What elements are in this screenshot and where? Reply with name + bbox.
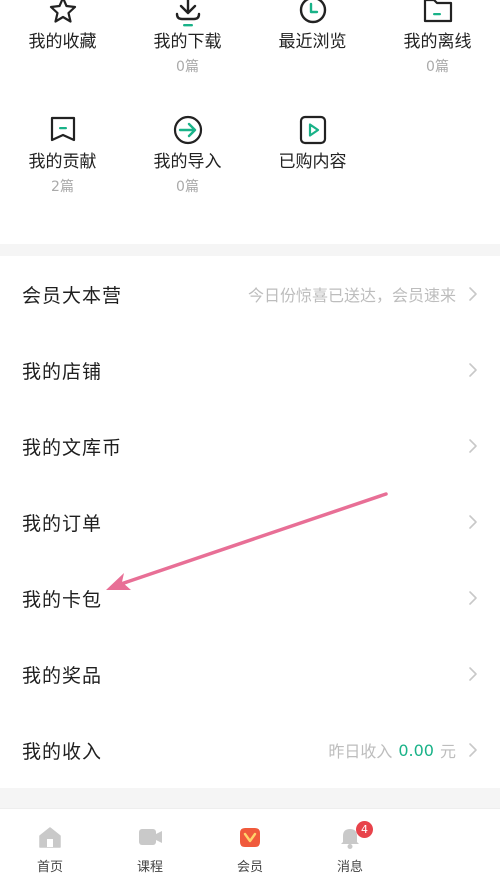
chevron-right-icon bbox=[469, 287, 477, 301]
income-summary: 昨日收入 0.00 元 bbox=[328, 738, 478, 762]
menu-item-label: 我的文库币 bbox=[22, 436, 123, 459]
unread-badge: 4 bbox=[356, 821, 373, 838]
income-value: 0.00 bbox=[398, 740, 434, 760]
tab-vip[interactable]: 会员 bbox=[200, 823, 300, 875]
menu-item-label: 我的收入 bbox=[22, 740, 103, 763]
video-icon bbox=[139, 829, 162, 845]
grid-item-imports[interactable]: 我的导入 0篇 bbox=[125, 112, 250, 197]
grid-item-label: 我的离线 bbox=[403, 32, 472, 52]
grid-item-label: 已购内容 bbox=[278, 152, 347, 172]
grid-item-count: 0篇 bbox=[176, 59, 199, 75]
menu-item-label: 会员大本营 bbox=[22, 284, 123, 307]
grid-item-favorites[interactable]: 我的收藏 bbox=[0, 0, 125, 53]
income-unit: 元 bbox=[439, 742, 456, 761]
chevron-right-icon bbox=[469, 363, 477, 377]
income-prefix: 昨日收入 bbox=[328, 742, 393, 761]
menu-item-vip-camp[interactable]: 会员大本营 今日份惊喜已送达，会员速来 bbox=[0, 256, 500, 332]
tab-label: 课程 bbox=[136, 860, 163, 875]
vip-camp-hint: 今日份惊喜已送达，会员速来 bbox=[247, 286, 456, 305]
menu-item-income[interactable]: 我的收入 昨日收入 0.00 元 bbox=[0, 712, 500, 788]
grid-item-purchased[interactable]: 已购内容 bbox=[250, 112, 375, 173]
star-icon bbox=[49, 0, 76, 23]
contribution-icon bbox=[50, 116, 75, 142]
menu-item-my-shop[interactable]: 我的店铺 bbox=[0, 332, 500, 408]
tab-courses[interactable]: 课程 bbox=[100, 823, 200, 875]
grid-item-label: 我的下载 bbox=[153, 32, 222, 52]
grid-item-label: 我的收藏 bbox=[28, 32, 97, 52]
tab-messages[interactable]: 4 消息 bbox=[300, 821, 400, 875]
chevron-right-icon bbox=[469, 439, 477, 453]
chevron-right-icon bbox=[469, 591, 477, 605]
menu-item-prizes[interactable]: 我的奖品 bbox=[0, 636, 500, 712]
menu-item-coins[interactable]: 我的文库币 bbox=[0, 408, 500, 484]
grid-item-label: 我的贡献 bbox=[28, 152, 97, 172]
chevron-right-icon bbox=[469, 515, 477, 529]
menu-item-orders[interactable]: 我的订单 bbox=[0, 484, 500, 560]
grid-item-offline[interactable]: 我的离线 0篇 bbox=[375, 0, 500, 77]
menu-item-label: 我的订单 bbox=[22, 512, 103, 535]
grid-item-downloads[interactable]: 我的下载 0篇 bbox=[125, 0, 250, 77]
settings-menu: 会员大本营 今日份惊喜已送达，会员速来 我的店铺 我的文库币 我的订单 我的卡包… bbox=[0, 256, 500, 788]
grid-item-count: 2篇 bbox=[51, 179, 74, 195]
grid-item-contributions[interactable]: 我的贡献 2篇 bbox=[0, 112, 125, 197]
clock-icon bbox=[299, 0, 326, 24]
folder-icon bbox=[423, 0, 452, 23]
home-icon bbox=[39, 827, 61, 848]
tab-label: 消息 bbox=[336, 860, 363, 875]
grid-item-count: 0篇 bbox=[176, 179, 199, 195]
bottom-tab-bar: 首页 课程 会员 4 消息 bbox=[0, 808, 500, 889]
tab-home[interactable]: 首页 bbox=[0, 823, 100, 875]
menu-item-label: 我的店铺 bbox=[22, 360, 103, 383]
chevron-right-icon bbox=[469, 667, 477, 681]
download-icon bbox=[175, 0, 200, 27]
grid-item-label: 我的导入 bbox=[153, 152, 222, 172]
grid-item-recent[interactable]: 最近浏览 bbox=[250, 0, 375, 53]
import-icon bbox=[173, 115, 202, 145]
grid-item-label: 最近浏览 bbox=[278, 32, 347, 52]
tab-label: 会员 bbox=[236, 860, 263, 875]
quick-access-grid: 我的收藏 我的下载 0篇 最近浏览 我的离线 0篇 我的贡献 2篇 我的导入 0… bbox=[0, 0, 500, 244]
menu-item-label: 我的奖品 bbox=[22, 664, 103, 687]
grid-item-count: 0篇 bbox=[426, 59, 449, 75]
chevron-right-icon bbox=[469, 743, 477, 757]
purchased-icon bbox=[299, 115, 326, 145]
menu-item-hint: 今日份惊喜已送达，会员速来 bbox=[248, 282, 478, 306]
menu-item-label: 我的卡包 bbox=[22, 588, 103, 611]
tab-label: 首页 bbox=[36, 860, 63, 875]
menu-item-card-wallet[interactable]: 我的卡包 bbox=[0, 560, 500, 636]
vip-icon bbox=[240, 828, 260, 847]
